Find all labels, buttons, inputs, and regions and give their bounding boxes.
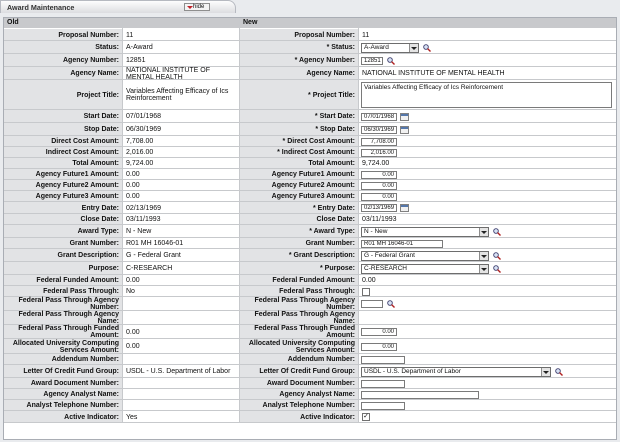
dropdown-arrow-icon[interactable] (541, 368, 550, 376)
text-input[interactable]: 12851 (361, 57, 383, 65)
column-divider (122, 18, 123, 423)
new-field-cell (359, 339, 616, 354)
dropdown-arrow-icon[interactable] (409, 44, 418, 52)
checkbox[interactable]: ✓ (362, 413, 370, 421)
amount-input[interactable]: 0.00 (361, 182, 397, 190)
new-field-label: Federal Pass Through Agency Name: (240, 311, 358, 325)
old-field-label: Federal Pass Through Funded Amount: (4, 325, 122, 339)
date-input[interactable]: 02/13/1969 (361, 204, 397, 212)
old-field-label: Allocated University Computing Services … (4, 339, 122, 354)
checkbox[interactable] (362, 288, 370, 296)
project-title-textarea[interactable]: Variables Affecting Efficacy of Ics Rein… (361, 82, 612, 108)
calendar-icon[interactable] (400, 113, 409, 121)
lookup-icon[interactable] (555, 368, 563, 376)
lookup-icon[interactable] (387, 57, 395, 65)
select-dropdown[interactable]: A-Award (361, 43, 419, 53)
select-value: A-Award (364, 44, 389, 51)
amount-input[interactable]: 0.00 (361, 343, 397, 351)
collapse-triangle-icon (187, 6, 193, 9)
amount-input[interactable]: 0.00 (361, 193, 397, 201)
select-dropdown[interactable]: USDL - U.S. Department of Labor (361, 367, 551, 377)
select-value: USDL - U.S. Department of Labor (364, 368, 461, 375)
dropdown-arrow-icon[interactable] (479, 252, 488, 260)
text-input[interactable] (361, 356, 405, 364)
lookup-icon[interactable] (387, 300, 395, 308)
old-field-value: 0.00 (123, 339, 239, 354)
new-field-cell (359, 311, 616, 325)
hide-button[interactable]: hide (184, 3, 210, 11)
new-field-label: Federal Pass Through Agency Number: (240, 297, 358, 311)
select-dropdown[interactable]: G - Federal Grant (361, 251, 489, 261)
text-input[interactable]: R01 MH 16046-01 (361, 240, 443, 248)
award-maintenance-panel: Old New Proposal Number: 11 Proposal Numbe… (3, 17, 617, 440)
tab-title: Award Maintenance (7, 3, 75, 12)
old-field-value (123, 311, 239, 325)
tab-bar: Award Maintenance hide (0, 0, 620, 13)
old-field-value: 0.00 (123, 325, 239, 339)
date-input[interactable]: 07/01/1968 (361, 113, 397, 121)
calendar-icon[interactable] (400, 204, 409, 212)
amount-input[interactable]: 0.00 (361, 328, 397, 336)
old-field-label: Project Title: (4, 80, 122, 110)
lookup-icon[interactable] (493, 265, 501, 273)
select-dropdown[interactable]: N - New (361, 227, 489, 237)
select-value: C-RESEARCH (364, 265, 407, 272)
new-field-label: Allocated University Computing Services … (240, 339, 358, 354)
text-input[interactable] (361, 380, 405, 388)
column-divider (358, 18, 359, 423)
amount-input[interactable]: 7,708.00 (361, 138, 397, 146)
award-maintenance-tab: Award Maintenance hide (0, 0, 236, 13)
lookup-icon[interactable] (493, 228, 501, 236)
new-field-cell (359, 325, 616, 339)
text-input[interactable] (361, 391, 479, 399)
select-dropdown[interactable]: C-RESEARCH (361, 264, 489, 274)
old-field-value (123, 297, 239, 311)
lookup-icon[interactable] (423, 44, 431, 52)
new-column-header: New (240, 18, 616, 28)
old-field-label: Federal Pass Through Agency Name: (4, 311, 122, 325)
lookup-icon[interactable] (493, 252, 501, 260)
text-input[interactable] (361, 402, 405, 410)
new-field-cell (359, 297, 616, 311)
dropdown-arrow-icon[interactable] (479, 228, 488, 236)
amount-input[interactable]: 0.00 (361, 171, 397, 179)
dropdown-arrow-icon[interactable] (479, 265, 488, 273)
select-value: G - Federal Grant (364, 252, 415, 259)
new-field-label: Federal Pass Through Funded Amount: (240, 325, 358, 339)
date-input[interactable]: 06/30/1969 (361, 126, 397, 134)
row-divider (4, 422, 616, 423)
calendar-icon[interactable] (400, 126, 409, 134)
hide-label: hide (193, 4, 205, 10)
new-field-label: * Project Title: (240, 80, 358, 110)
old-field-label: Federal Pass Through Agency Number: (4, 297, 122, 311)
text-input[interactable] (361, 300, 383, 308)
select-value: N - New (364, 228, 388, 235)
amount-input[interactable]: 2,016.00 (361, 149, 397, 157)
old-field-value: Variables Affecting Efficacy of Ics Rein… (123, 80, 239, 110)
column-divider (239, 18, 240, 423)
